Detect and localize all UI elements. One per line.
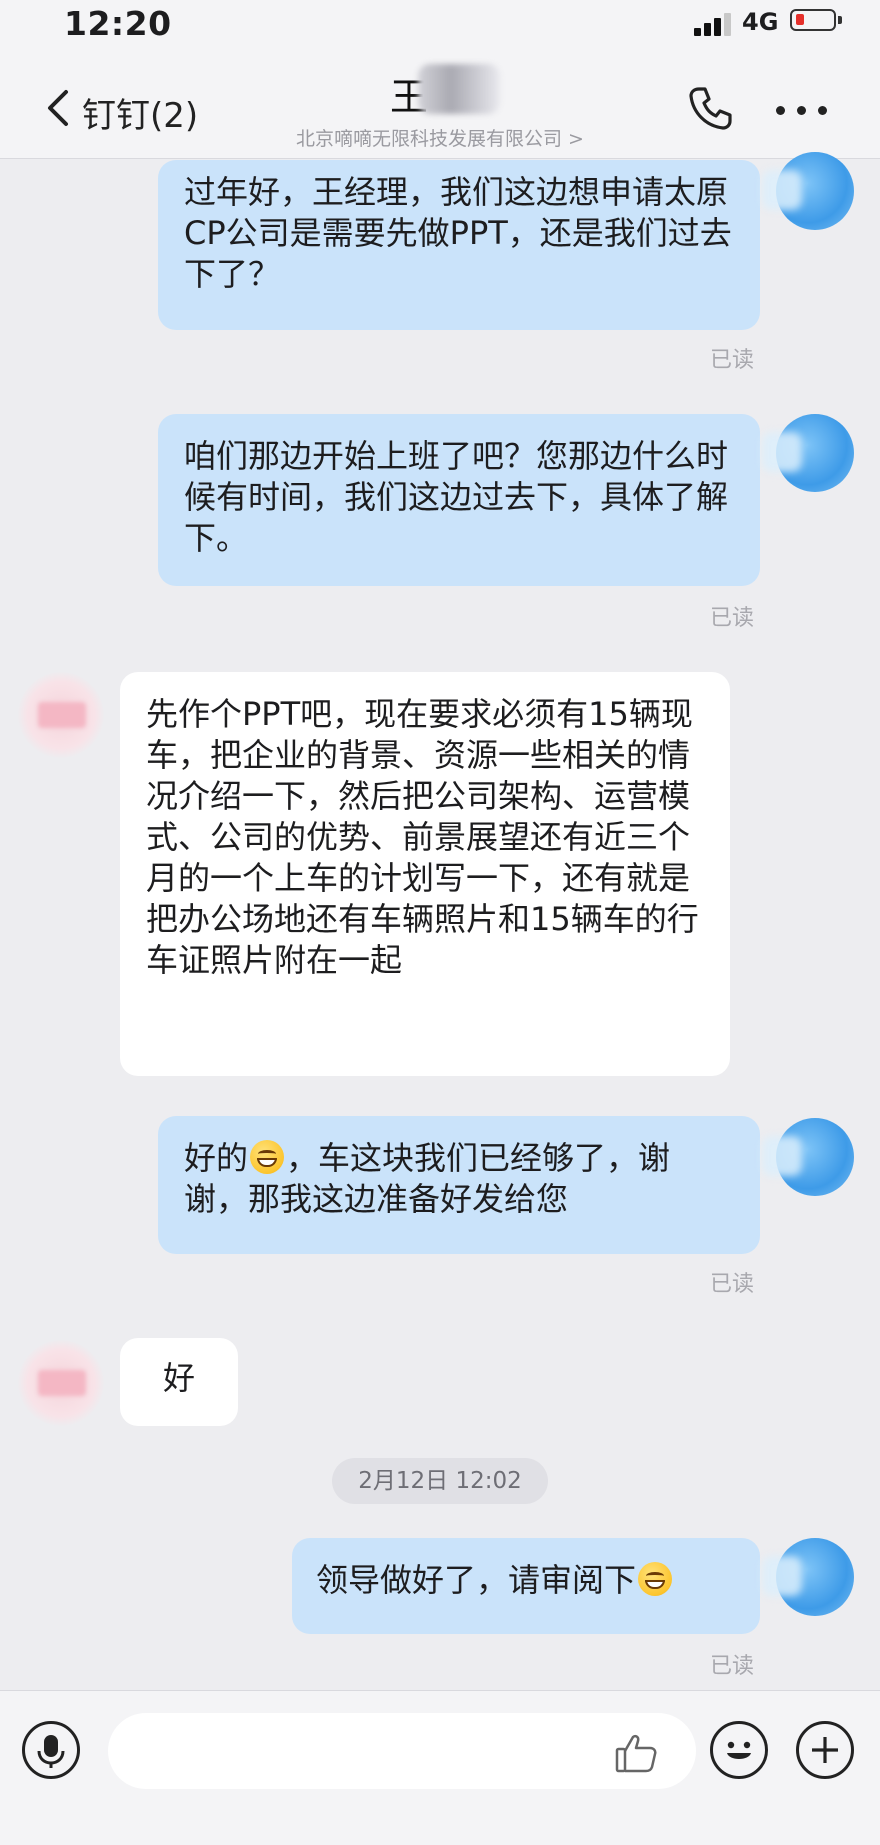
status-time: 12:20 — [64, 4, 172, 43]
my-avatar[interactable] — [776, 414, 854, 492]
message-text: 过年好，王经理，我们这边想申请太原CP公司是需要先做PPT，还是我们过去下了？ — [184, 173, 732, 293]
status-bar: 12:20 4G — [0, 0, 880, 48]
my-avatar[interactable] — [776, 1538, 854, 1616]
message-bubble-sent[interactable]: 领导做好了，请审阅下 — [292, 1538, 760, 1634]
battery-icon — [790, 9, 842, 31]
read-receipt: 已读 — [710, 1654, 755, 1679]
chat-header: 钉钉(2) 王 北京嘀嘀无限科技发展有限公司 > — [0, 48, 880, 159]
message-bubble-received[interactable]: 好 — [120, 1338, 238, 1426]
message-bubble-sent[interactable]: 好的 ，车这块我们已经够了，谢谢，那我这边准备好发给您 — [158, 1116, 760, 1254]
message-text: 好 — [162, 1359, 195, 1397]
my-avatar[interactable] — [776, 1118, 854, 1196]
date-divider: 2月12日 12:02 — [332, 1458, 548, 1504]
read-receipt: 已读 — [710, 348, 755, 373]
network-type: 4G — [742, 8, 779, 36]
message-text: 咱们那边开始上班了吧？您那边什么时候有时间，我们这边过去下，具体了解下。 — [184, 437, 729, 557]
grin-emoji-icon — [250, 1140, 285, 1174]
plus-icon[interactable] — [796, 1721, 854, 1779]
read-receipt: 已读 — [710, 606, 755, 631]
read-receipt: 已读 — [710, 1272, 755, 1297]
contact-avatar[interactable] — [18, 672, 104, 758]
grin-emoji-icon — [638, 1562, 673, 1596]
message-bubble-sent[interactable]: 咱们那边开始上班了吧？您那边什么时候有时间，我们这边过去下，具体了解下。 — [158, 414, 760, 586]
my-avatar[interactable] — [776, 152, 854, 230]
more-icon[interactable] — [776, 106, 828, 116]
emoji-icon[interactable] — [710, 1721, 768, 1779]
signal-icon — [694, 12, 734, 36]
chat-subtitle[interactable]: 北京嘀嘀无限科技发展有限公司 > — [0, 124, 880, 151]
microphone-icon[interactable] — [22, 1721, 80, 1779]
chevron-left-icon[interactable] — [40, 88, 80, 128]
thumbs-up-icon[interactable] — [614, 1731, 658, 1775]
phone-icon[interactable] — [686, 84, 734, 132]
message-text: 好的 — [184, 1139, 249, 1177]
message-text: 先作个PPT吧，现在要求必须有15辆现车，把企业的背景、资源一些相关的情况介绍一… — [146, 695, 699, 979]
message-input[interactable] — [108, 1713, 696, 1789]
contact-avatar[interactable] — [18, 1340, 104, 1426]
message-text: 领导做好了，请审阅下 — [316, 1561, 637, 1599]
input-bar — [0, 1690, 880, 1845]
message-bubble-received[interactable]: 先作个PPT吧，现在要求必须有15辆现车，把企业的背景、资源一些相关的情况介绍一… — [120, 672, 730, 1076]
message-bubble-sent[interactable]: 过年好，王经理，我们这边想申请太原CP公司是需要先做PPT，还是我们过去下了？ — [158, 160, 760, 330]
blurred-name — [418, 64, 500, 114]
